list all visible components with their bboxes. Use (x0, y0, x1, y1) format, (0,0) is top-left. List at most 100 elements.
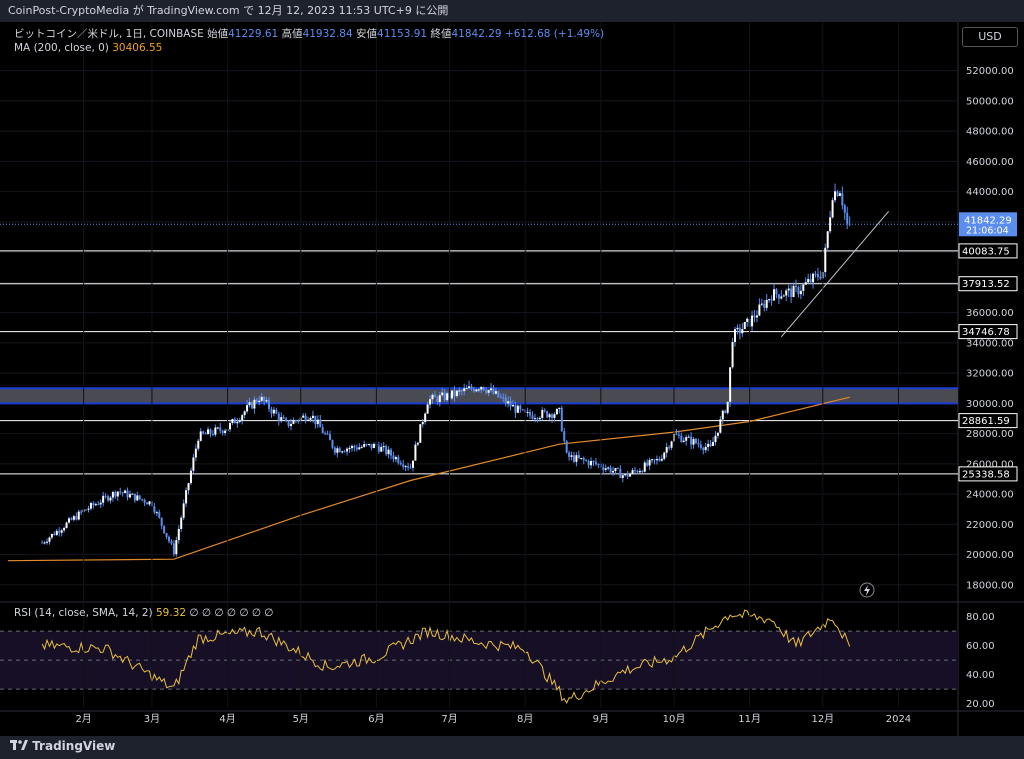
candle-body (770, 299, 773, 301)
price-axis-tick: 22000.00 (966, 520, 1014, 531)
candle-body (604, 468, 607, 470)
candle-body (782, 295, 785, 297)
time-axis-tick: 10月 (663, 713, 686, 725)
candle-body (751, 315, 754, 327)
candle-body (490, 388, 493, 391)
candle-body (580, 457, 583, 459)
candle-body (846, 212, 849, 224)
candle-body (55, 530, 58, 536)
candle-body (58, 530, 61, 533)
candle-body (509, 401, 512, 407)
candle-body (787, 288, 790, 291)
candle-body (429, 399, 432, 405)
candle-body (709, 443, 712, 447)
candle-body (94, 504, 97, 506)
candle-body (268, 400, 271, 409)
candle-body (372, 443, 375, 449)
symbol-label[interactable]: ビットコイン／米ドル, 1日, COINBASE (14, 28, 204, 40)
candle-body (392, 455, 395, 460)
candle-body (255, 399, 258, 402)
candle-body (419, 424, 422, 443)
currency-button[interactable]: USD (962, 27, 1018, 47)
candle-body (724, 410, 727, 413)
candle-body (124, 490, 127, 494)
candle-body (465, 388, 468, 390)
candle-body (738, 327, 741, 334)
candle-body (50, 533, 53, 538)
candle-body (516, 405, 519, 413)
time-axis-tick: 6月 (368, 713, 384, 725)
candle-body (797, 287, 800, 295)
chart-area[interactable]: 18000.00 20000.00 22000.00 24000.00 26000.00… (0, 22, 1024, 736)
candle-body (343, 451, 346, 453)
candle-body (104, 495, 107, 497)
candle-body (324, 433, 327, 435)
time-axis-tick: 5月 (293, 713, 309, 725)
candle-body (458, 390, 461, 392)
candle-body (812, 273, 815, 283)
candle-body (131, 493, 134, 495)
candle-body (80, 511, 83, 513)
candle-body (424, 413, 427, 423)
candle-body (690, 436, 693, 445)
candle-body (451, 390, 454, 399)
candle-body (653, 459, 656, 461)
time-axis-tick: 2月 (75, 713, 91, 725)
candle-body (809, 279, 812, 283)
candle-body (741, 329, 744, 334)
candle-body (211, 433, 214, 435)
candle-body (546, 411, 549, 418)
trendline[interactable] (780, 211, 890, 338)
candle-body (119, 491, 122, 493)
candle-body (575, 455, 578, 462)
ma-label[interactable]: MA (200, close, 0) (14, 42, 109, 54)
time-axis-tick: 11月 (738, 713, 761, 725)
candle-body (250, 402, 253, 409)
candle-body (165, 533, 168, 537)
candle-body (824, 247, 827, 273)
candle-body (107, 496, 110, 501)
candle-body (67, 518, 70, 523)
candle-body (382, 446, 385, 448)
price-axis-tick: 30000.00 (966, 399, 1014, 410)
candle-body (336, 448, 339, 453)
candle-body (319, 419, 322, 428)
candle-body (763, 303, 766, 308)
lightning-icon (864, 585, 870, 596)
candle-body (655, 458, 658, 461)
candle-body (651, 459, 654, 461)
candle-body (360, 446, 363, 448)
candle-body (207, 429, 210, 435)
candle-body (41, 542, 44, 544)
tradingview-logo[interactable]: TradingView (10, 739, 115, 753)
candle-body (538, 417, 541, 420)
candle-body (411, 460, 414, 468)
price-axis-tick: 48000.00 (966, 127, 1014, 138)
candle-body (109, 497, 112, 501)
candle-body (468, 386, 471, 389)
candle-body (631, 470, 634, 474)
candle-body (638, 470, 641, 473)
candle-body (292, 420, 295, 424)
candle-body (519, 405, 522, 410)
candle-body (402, 464, 405, 467)
candle-body (421, 422, 424, 425)
price-legend: ビットコイン／米ドル, 1日, COINBASE 始値41229.61 高値41… (14, 27, 604, 55)
rsi-label[interactable]: RSI (14, close, SMA, 14, 2) (14, 607, 153, 619)
rsi-value: 59.32 (156, 607, 187, 619)
candle-body (592, 461, 595, 463)
candle-body (792, 285, 795, 298)
publish-caption-bar: CoinPost-CryptoMedia が TradingView.com で… (0, 0, 1024, 22)
candle-body (277, 413, 280, 421)
candle-body (407, 466, 410, 468)
candle-body (43, 542, 46, 544)
candle-body (665, 447, 668, 453)
price-axis-tick: 24000.00 (966, 490, 1014, 501)
candle-body (804, 282, 807, 285)
chart-svg[interactable]: 18000.0020000.0022000.0024000.0026000.00… (0, 22, 1024, 736)
candle-body (121, 492, 124, 494)
close-value: 41842.29 (451, 28, 502, 40)
candle-body (480, 386, 483, 390)
tradingview-logo-text: TradingView (32, 739, 116, 753)
candle-body (155, 512, 158, 514)
